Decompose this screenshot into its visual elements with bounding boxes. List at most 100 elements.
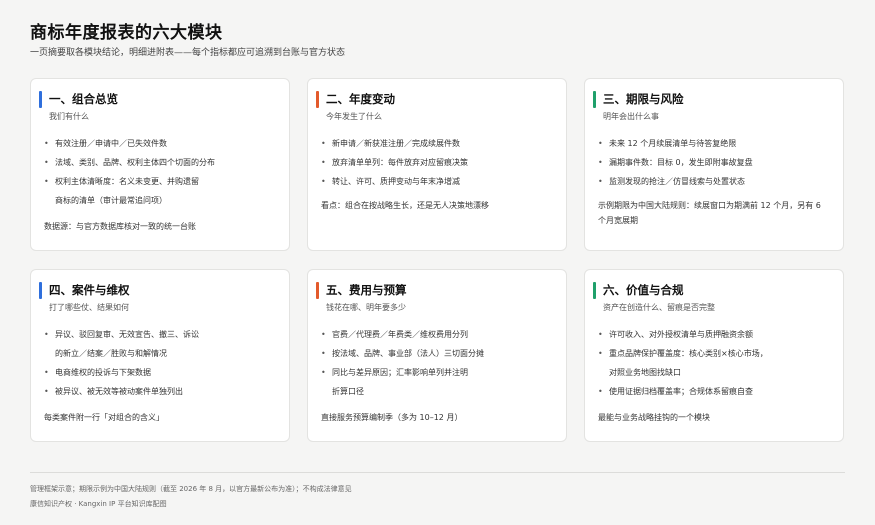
bullet-text: 重点品牌保护覆盖度：核心类别×核心市场， (609, 349, 768, 358)
card-header: 五、费用与预算 (316, 281, 554, 299)
bullet-list: • 异议、驳回复审、无效宣告、撤三、诉讼 的新立／结案／胜败与和解情况 • 电商维权… (44, 325, 277, 401)
card-subtitle: 今年发生了什么 (326, 112, 382, 121)
card-title: 三、期限与风险 (603, 92, 684, 106)
footer-divider (30, 472, 845, 473)
bullet-item-continuation: 商标的清单（审计最常追问项） (44, 191, 277, 210)
bullet-dot-icon: • (44, 158, 49, 167)
bullet-item: • 漏期事件数：目标 0，发生即附事故复盘 (598, 153, 831, 172)
bullet-text: 同比与差异原因；汇率影响单列并注明 (332, 368, 468, 377)
card-subtitle: 资产在创造什么、留痕是否完整 (603, 303, 715, 312)
bullet-dot-icon: • (598, 139, 603, 148)
bullet-item: • 重点品牌保护覆盖度：核心类别×核心市场， (598, 344, 831, 363)
card-header: 二、年度变动 (316, 90, 554, 108)
card-header: 六、价值与合规 (593, 281, 831, 299)
bullet-item-continuation: 的新立／结案／胜败与和解情况 (44, 344, 277, 363)
bullet-list: • 官费／代理费／年费类／维权费用分列 • 按法域、品牌、事业部（法人）三切面分摊 … (321, 325, 554, 401)
card-subtitle: 我们有什么 (49, 112, 89, 121)
bullet-text: 转让、许可、质押变动与年末净增减 (332, 177, 460, 186)
card-title: 一、组合总览 (49, 92, 118, 106)
module-grid: 一、组合总览 我们有什么 • 有效注册／申请中／已失效件数 • 法域、类别、品牌、权… (30, 78, 845, 442)
bullet-dot-icon: • (44, 177, 49, 186)
bullet-item-continuation: 对照业务地图找缺口 (598, 363, 831, 382)
bullet-text: 的新立／结案／胜败与和解情况 (55, 349, 167, 358)
bullet-text: 被异议、被无效等被动案件单独列出 (55, 387, 183, 396)
bullet-item: • 监测发现的抢注／仿冒线索与处置状态 (598, 172, 831, 191)
bullet-text: 折算口径 (332, 387, 364, 396)
bullet-dot-icon: • (598, 330, 603, 339)
module-card-value-compliance: 六、价值与合规 资产在创造什么、留痕是否完整 • 许可收入、对外授权清单与质押融资… (584, 269, 844, 442)
bullet-item: • 同比与差异原因；汇率影响单列并注明 (321, 363, 554, 382)
accent-bar-orange (316, 90, 319, 108)
bullet-text: 监测发现的抢注／仿冒线索与处置状态 (609, 177, 745, 186)
footer-disclaimer: 管理框架示意；期限示例为中国大陆规则（截至 2026 年 8 月，以官方最新公布… (30, 485, 352, 493)
card-subtitle: 钱花在哪、明年要多少 (326, 303, 406, 312)
bullet-text: 官费／代理费／年费类／维权费用分列 (332, 330, 468, 339)
accent-bar-orange (316, 281, 319, 299)
bullet-dot-icon: • (321, 158, 326, 167)
bullet-dot-icon: • (321, 177, 326, 186)
bullet-text: 漏期事件数：目标 0，发生即附事故复盘 (609, 158, 753, 167)
module-card-deadlines-risks: 三、期限与风险 明年会出什么事 • 未来 12 个月续展清单与待答复绝限 • 漏期事… (584, 78, 844, 251)
bullet-item-continuation: 折算口径 (321, 382, 554, 401)
bullet-text: 新申请／新获准注册／完成续展件数 (332, 139, 460, 148)
bullet-item: • 法域、类别、品牌、权利主体四个切面的分布 (44, 153, 277, 172)
footer-credit: 康信知识产权 · Kangxin IP 平台知识库配图 (30, 500, 167, 508)
bullet-item: • 许可收入、对外授权清单与质押融资余额 (598, 325, 831, 344)
accent-bar-green (593, 281, 596, 299)
module-card-portfolio-overview: 一、组合总览 我们有什么 • 有效注册／申请中／已失效件数 • 法域、类别、品牌、权… (30, 78, 290, 251)
card-header: 四、案件与维权 (39, 281, 277, 299)
bullet-dot-icon: • (44, 387, 49, 396)
module-card-cases-enforcement: 四、案件与维权 打了哪些仗、结果如何 • 异议、驳回复审、无效宣告、撤三、诉讼 的… (30, 269, 290, 442)
module-card-costs-budget: 五、费用与预算 钱花在哪、明年要多少 • 官费／代理费／年费类／维权费用分列 • 按… (307, 269, 567, 442)
bullet-text: 放弃清单单列：每件放弃对应留痕决策 (332, 158, 468, 167)
card-header: 三、期限与风险 (593, 90, 831, 108)
accent-bar-blue (39, 281, 42, 299)
card-title: 六、价值与合规 (603, 283, 684, 297)
card-title: 五、费用与预算 (326, 283, 407, 297)
bullet-text: 许可收入、对外授权清单与质押融资余额 (609, 330, 753, 339)
bullet-text: 按法域、品牌、事业部（法人）三切面分摊 (332, 349, 484, 358)
card-note: 数据源：与官方数据库核对一致的统一台账 (44, 222, 196, 231)
page-subtitle: 一页摘要取各模块结论，明细进附表——每个指标都应可追溯到台账与官方状态 (30, 48, 346, 58)
bullet-item: • 新申请／新获准注册／完成续展件数 (321, 134, 554, 153)
bullet-item: • 未来 12 个月续展清单与待答复绝限 (598, 134, 831, 153)
bullet-item: • 被异议、被无效等被动案件单独列出 (44, 382, 277, 401)
card-note: 示例期限为中国大陆规则：续展窗口为期满前 12 个月，另有 6 个月宽展期 (598, 201, 821, 225)
card-note: 最能与业务战略挂钩的一个模块 (598, 413, 710, 422)
bullet-item: • 使用证据归档覆盖率；合规体系留痕自查 (598, 382, 831, 401)
card-subtitle: 打了哪些仗、结果如何 (49, 303, 129, 312)
bullet-text: 有效注册／申请中／已失效件数 (55, 139, 167, 148)
card-note: 看点：组合在按战略生长，还是无人决策地漂移 (321, 201, 489, 210)
accent-bar-green (593, 90, 596, 108)
bullet-dot-icon: • (598, 349, 603, 358)
bullet-dot-icon: • (321, 368, 326, 377)
bullet-text: 权利主体清晰度：名义未变更、并购遗留 (55, 177, 199, 186)
page-title: 商标年度报表的六大模块 (30, 23, 223, 43)
bullet-item: • 有效注册／申请中／已失效件数 (44, 134, 277, 153)
bullet-dot-icon: • (321, 349, 326, 358)
bullet-item: • 权利主体清晰度：名义未变更、并购遗留 (44, 172, 277, 191)
bullet-text: 对照业务地图找缺口 (609, 368, 681, 377)
bullet-text: 法域、类别、品牌、权利主体四个切面的分布 (55, 158, 215, 167)
card-subtitle: 明年会出什么事 (603, 112, 659, 121)
bullet-item: • 异议、驳回复审、无效宣告、撤三、诉讼 (44, 325, 277, 344)
card-note: 每类案件附一行「对组合的含义」 (44, 413, 164, 422)
module-card-annual-changes: 二、年度变动 今年发生了什么 • 新申请／新获准注册／完成续展件数 • 放弃清单单列… (307, 78, 567, 251)
bullet-list: • 有效注册／申请中／已失效件数 • 法域、类别、品牌、权利主体四个切面的分布 • 权… (44, 134, 277, 210)
bullet-text: 商标的清单（审计最常追问项） (55, 196, 167, 205)
bullet-item: • 转让、许可、质押变动与年末净增减 (321, 172, 554, 191)
bullet-item: • 电商维权的投诉与下架数据 (44, 363, 277, 382)
bullet-text: 使用证据归档覆盖率；合规体系留痕自查 (609, 387, 753, 396)
bullet-text: 未来 12 个月续展清单与待答复绝限 (609, 139, 737, 148)
bullet-item: • 放弃清单单列：每件放弃对应留痕决策 (321, 153, 554, 172)
bullet-dot-icon: • (598, 158, 603, 167)
bullet-dot-icon: • (44, 368, 49, 377)
bullet-dot-icon: • (44, 330, 49, 339)
bullet-list: • 未来 12 个月续展清单与待答复绝限 • 漏期事件数：目标 0，发生即附事故复盘… (598, 134, 831, 191)
card-note: 直接服务预算编制季（多为 10–12 月） (321, 413, 463, 422)
bullet-item: • 按法域、品牌、事业部（法人）三切面分摊 (321, 344, 554, 363)
bullet-text: 电商维权的投诉与下架数据 (55, 368, 151, 377)
bullet-item: • 官费／代理费／年费类／维权费用分列 (321, 325, 554, 344)
bullet-dot-icon: • (598, 387, 603, 396)
bullet-dot-icon: • (321, 139, 326, 148)
